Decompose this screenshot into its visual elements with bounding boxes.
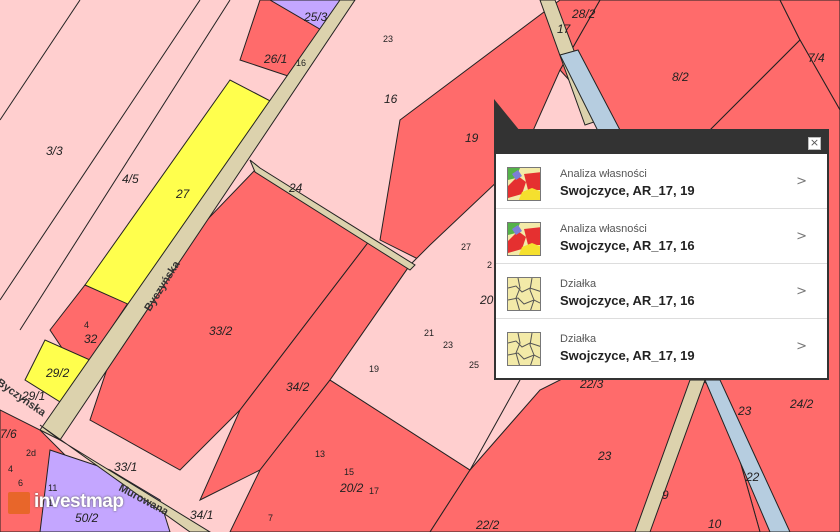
parcel-label: 32 — [84, 332, 98, 346]
popup-item-ownership-16[interactable]: Analiza własności Swojczyce, AR_17, 16 > — [496, 209, 827, 264]
parcel-label: 28/2 — [571, 7, 596, 21]
parcel-label: 19 — [465, 131, 479, 145]
parcel-label: 19 — [369, 364, 379, 374]
parcel-label: 33/2 — [209, 324, 233, 338]
parcel-label: 13 — [315, 449, 325, 459]
parcel-icon — [507, 277, 541, 311]
parcel-label: 3/3 — [46, 144, 63, 158]
parcel-label: 16 — [384, 92, 398, 106]
parcel-label: 6 — [18, 478, 23, 488]
parcel-label: 7/6 — [0, 427, 17, 441]
parcel-label: 33/1 — [114, 460, 137, 474]
parcel-label: 50/2 — [75, 511, 99, 525]
parcel-label: 17 — [369, 486, 379, 496]
parcel-label: 15 — [344, 467, 354, 477]
parcel-label: 20 — [479, 293, 494, 307]
parcel-label: 34/1 — [190, 508, 213, 522]
parcel-label: 16 — [296, 58, 306, 68]
chevron-right-icon: > — [796, 339, 807, 354]
item-name-label: Swojczyce, AR_17, 16 — [560, 293, 695, 308]
parcel-label: 23 — [383, 34, 393, 44]
parcel-label: 4 — [8, 464, 13, 474]
parcel-label: 4 — [84, 320, 89, 330]
parcel-label: 4/5 — [122, 172, 139, 186]
parcel-label: 17 — [557, 22, 572, 36]
parcel-label: 26/1 — [263, 52, 287, 66]
parcel-label: 34/2 — [286, 380, 310, 394]
item-type-label: Analiza własności — [560, 223, 647, 235]
info-popup: × Analiza własności Swojczyce, AR_17, 19… — [494, 99, 829, 382]
parcel-label: 21 — [424, 328, 434, 338]
close-button[interactable]: × — [808, 137, 821, 150]
popup-item-ownership-19[interactable]: Analiza własności Swojczyce, AR_17, 19 > — [496, 154, 827, 209]
item-name-label: Swojczyce, AR_17, 16 — [560, 238, 695, 253]
item-name-label: Swojczyce, AR_17, 19 — [560, 183, 695, 198]
parcel-label: 10 — [708, 517, 722, 531]
item-name-label: Swojczyce, AR_17, 19 — [560, 348, 695, 363]
chevron-right-icon: > — [796, 174, 807, 189]
parcel-icon — [507, 332, 541, 366]
parcel-label: 22/2 — [475, 518, 500, 532]
chevron-right-icon: > — [796, 284, 807, 299]
parcel-label: 23 — [737, 404, 752, 418]
parcel-label: 24/2 — [789, 397, 814, 411]
parcel-label: 23 — [443, 340, 453, 350]
item-type-label: Analiza własności — [560, 168, 647, 180]
item-type-label: Działka — [560, 278, 597, 290]
popup-item-parcel-16[interactable]: Działka Swojczyce, AR_17, 16 > — [496, 264, 827, 319]
popup-item-parcel-19[interactable]: Działka Swojczyce, AR_17, 19 > — [496, 319, 827, 374]
parcel-label: 7 — [268, 513, 273, 523]
parcel-label: 9 — [662, 488, 669, 502]
parcel-label: 27 — [461, 242, 471, 252]
popup-list: Analiza własności Swojczyce, AR_17, 19 >… — [494, 154, 829, 380]
popup-header: × — [494, 129, 829, 154]
ownership-analysis-icon — [507, 167, 541, 201]
parcel-label: 8/2 — [672, 70, 689, 84]
chevron-right-icon: > — [796, 229, 807, 244]
parcel-label: 24 — [288, 181, 303, 195]
parcel-label: 25 — [469, 360, 479, 370]
parcel-label: 29/2 — [45, 366, 70, 380]
parcel-label: 27 — [175, 187, 191, 201]
logo-mark-icon — [8, 492, 30, 514]
item-type-label: Działka — [560, 333, 597, 345]
parcel-label: 2d — [26, 448, 36, 458]
parcel-label: 2 — [487, 260, 492, 270]
popup-pointer — [494, 99, 520, 131]
parcel-label: 22 — [745, 470, 760, 484]
parcel-label: 23 — [597, 449, 612, 463]
parcel-label: 20/2 — [339, 481, 364, 495]
parcel-label: 25/3 — [303, 10, 328, 24]
parcel-label: 7/4 — [808, 51, 825, 65]
ownership-analysis-icon — [507, 222, 541, 256]
logo-text: investmap — [34, 491, 124, 512]
